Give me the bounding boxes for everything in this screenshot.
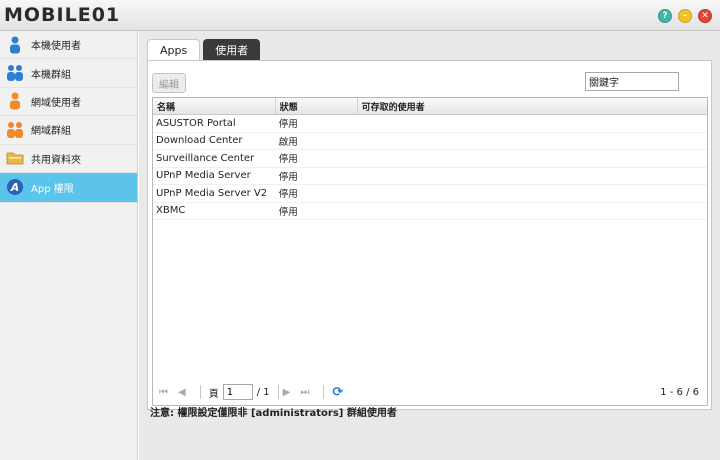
- sidebar-item-domain-users[interactable]: 網域使用者: [0, 88, 137, 117]
- window-controls: ? – ✕: [658, 9, 712, 23]
- cell-users: [358, 168, 707, 185]
- logo-text: MOBILE01: [4, 4, 121, 26]
- sidebar-item-shared-folders[interactable]: 共用資料夾: [0, 145, 137, 173]
- table-row[interactable]: UPnP Media Server V2 停用: [153, 185, 707, 203]
- sidebar: 本機使用者 本機群組 網域使用者 網域群組 共用資料夾 A App 權限: [0, 31, 138, 460]
- table-header: 名稱 狀態 可存取的使用者: [153, 98, 707, 115]
- cell-status: 停用: [278, 171, 298, 183]
- table-row[interactable]: ASUSTOR Portal 停用: [153, 115, 707, 133]
- first-page-icon[interactable]: ⏮: [159, 387, 168, 398]
- apps-table: 名稱 狀態 可存取的使用者 ASUSTOR Portal 停用 Download…: [152, 97, 708, 406]
- table-row[interactable]: Download Center 啟用: [153, 133, 707, 150]
- cell-status: 停用: [278, 154, 298, 166]
- privilege-note: 注意: 權限設定僅限非 [administrators] 群組使用者: [150, 408, 397, 419]
- close-button[interactable]: ✕: [698, 9, 712, 23]
- sidebar-item-label: 網域群組: [31, 126, 71, 138]
- pager-divider: [277, 385, 279, 399]
- column-header-users[interactable]: 可存取的使用者: [358, 98, 707, 114]
- last-page-icon[interactable]: ⏭: [300, 387, 309, 398]
- table-row[interactable]: XBMC 停用: [153, 203, 707, 220]
- user-icon: [6, 36, 24, 54]
- cell-name: XBMC: [156, 205, 186, 217]
- minimize-button[interactable]: –: [678, 9, 692, 23]
- sidebar-item-label: App 權限: [31, 183, 74, 195]
- domain-user-icon: [6, 92, 24, 110]
- refresh-icon[interactable]: ⟳: [332, 385, 343, 400]
- next-page-icon[interactable]: ▶: [283, 387, 291, 398]
- sidebar-item-domain-groups[interactable]: 網域群組: [0, 116, 137, 145]
- cell-status: 停用: [278, 206, 298, 218]
- app-logo: MOBILE01: [4, 2, 120, 28]
- close-icon: ✕: [701, 10, 709, 21]
- prev-page-icon[interactable]: ◀: [178, 387, 186, 398]
- cell-name: Download Center: [156, 135, 243, 147]
- search-input[interactable]: [585, 72, 679, 91]
- sidebar-item-label: 網域使用者: [31, 97, 81, 109]
- column-header-name[interactable]: 名稱: [153, 98, 276, 114]
- sidebar-item-local-users[interactable]: 本機使用者: [0, 31, 137, 60]
- sidebar-item-label: 本機使用者: [31, 41, 81, 53]
- cell-status: 啟用: [278, 136, 298, 148]
- folder-icon: [6, 149, 24, 167]
- tab-apps[interactable]: Apps: [147, 39, 201, 61]
- cell-name: Surveillance Center: [156, 152, 255, 164]
- total-pages: / 1: [256, 386, 270, 398]
- sidebar-item-label: 本機群組: [31, 69, 71, 81]
- cell-name: UPnP Media Server V2: [156, 187, 268, 199]
- cell-users: [358, 150, 707, 167]
- help-button[interactable]: ?: [658, 9, 672, 23]
- help-icon: ?: [662, 10, 668, 21]
- cell-name: ASUSTOR Portal: [156, 117, 236, 129]
- pagination-bar: ⏮ ◀ 頁 / 1 ▶ ⏭ ⟳ 1 - 6 / 6: [153, 379, 707, 405]
- page-label: 頁: [208, 388, 219, 400]
- cell-users: [358, 203, 707, 220]
- main-content: Apps 使用者 編輯 名稱 狀態 可存取的使用者 ASUSTOR Portal…: [139, 31, 720, 460]
- cell-status: 停用: [278, 189, 298, 201]
- app-privilege-icon: A: [6, 178, 24, 196]
- sidebar-item-label: 共用資料夾: [31, 154, 81, 166]
- table-row[interactable]: Surveillance Center 停用: [153, 150, 707, 168]
- domain-group-icon: [6, 121, 24, 139]
- group-icon: [6, 64, 24, 82]
- tab-users[interactable]: 使用者: [203, 39, 261, 60]
- cell-users: [358, 185, 707, 202]
- cell-name: UPnP Media Server: [156, 170, 251, 182]
- cell-users: [358, 133, 707, 150]
- page-number-input[interactable]: [222, 384, 253, 400]
- svg-text:A: A: [10, 181, 20, 194]
- record-count: 1 - 6 / 6: [660, 386, 699, 398]
- minimize-icon: –: [682, 10, 688, 21]
- edit-button[interactable]: 編輯: [152, 73, 186, 93]
- cell-status: 停用: [278, 119, 298, 131]
- apps-panel: 編輯 名稱 狀態 可存取的使用者 ASUSTOR Portal 停用 Downl…: [147, 60, 712, 410]
- pager-divider: [323, 385, 325, 399]
- tab-bar: Apps 使用者: [147, 39, 261, 61]
- sidebar-item-local-groups[interactable]: 本機群組: [0, 59, 137, 88]
- pager-divider: [199, 385, 201, 399]
- cell-users: [358, 115, 707, 132]
- column-header-status[interactable]: 狀態: [276, 98, 358, 114]
- sidebar-item-app-privileges[interactable]: A App 權限: [0, 172, 137, 203]
- title-bar: MOBILE01 ? – ✕: [0, 0, 720, 31]
- table-row[interactable]: UPnP Media Server 停用: [153, 168, 707, 185]
